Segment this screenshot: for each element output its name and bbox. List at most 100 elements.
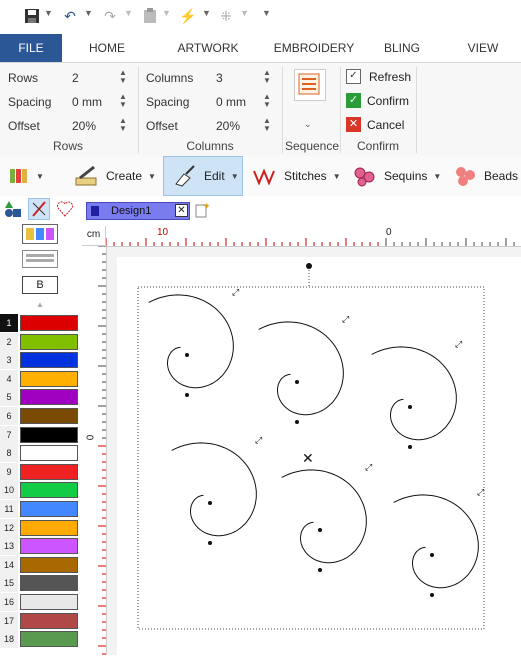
chevron-down-icon[interactable]: ▼ — [124, 8, 133, 18]
color-swatch[interactable] — [20, 501, 78, 517]
design-canvas[interactable]: ✕ ⤢ ⤢ ⤢ ⤢ ⤢ ⤢ — [107, 247, 521, 655]
rotate-handle[interactable] — [306, 263, 312, 269]
color-swatch[interactable] — [20, 556, 78, 573]
close-icon[interactable]: ✕ — [175, 204, 188, 217]
color-swatch[interactable] — [20, 315, 78, 331]
tab-embroidery[interactable]: EMBROIDERY — [272, 34, 356, 62]
color-grid-button[interactable] — [22, 224, 58, 244]
tab-file[interactable]: FILE — [0, 34, 62, 62]
background-color-button[interactable]: B — [22, 276, 58, 294]
color-swatch[interactable] — [20, 445, 78, 462]
columns-field[interactable]: 3 — [216, 71, 223, 85]
color-swatch-row[interactable]: 10 — [0, 481, 80, 500]
chevron-down-icon[interactable]: ▼ — [36, 172, 44, 181]
chevron-down-icon[interactable]: ▼ — [231, 172, 239, 181]
cancel-button[interactable]: ✕ Cancel — [346, 117, 404, 132]
color-swatch-row[interactable]: 3 — [0, 351, 80, 370]
chevron-down-icon[interactable]: ▼ — [162, 8, 171, 18]
color-swatch-row[interactable]: 2 — [0, 332, 80, 351]
color-swatch-row[interactable]: 7 — [0, 425, 80, 444]
divider — [282, 67, 283, 153]
tab-design1[interactable]: Design1 ✕ — [86, 202, 190, 220]
customize-toolbar-icon[interactable]: ▼ — [262, 8, 271, 18]
color-swatch[interactable] — [20, 482, 78, 499]
color-swatch[interactable] — [20, 370, 78, 387]
color-swatch[interactable] — [20, 426, 78, 443]
color-swatch-row[interactable]: 18 — [0, 630, 80, 649]
chevron-down-icon[interactable]: ▼ — [44, 8, 53, 18]
col-offset-spinner[interactable]: ▲ ▼ — [262, 117, 272, 133]
color-swatch-row[interactable]: 11 — [0, 500, 80, 518]
color-swatch-row[interactable]: 16 — [0, 593, 80, 611]
color-swatch[interactable] — [20, 408, 78, 424]
row-spacing-field[interactable]: 0 mm — [72, 95, 102, 109]
chevron-down-icon[interactable]: ▼ — [333, 172, 341, 181]
color-swatch-row[interactable]: 13 — [0, 537, 80, 556]
refresh-button[interactable]: ✓ Refresh — [346, 69, 411, 84]
color-swatch-row[interactable]: 5 — [0, 388, 80, 407]
color-swatch[interactable] — [20, 538, 78, 555]
row-offset-spinner[interactable]: ▲ ▼ — [118, 117, 128, 133]
stitches-button[interactable]: Stitches ▼ — [252, 156, 344, 196]
color-swatch-row[interactable]: 8 — [0, 444, 80, 463]
color-swatch-row[interactable]: 4 — [0, 369, 80, 388]
rows-group-label: Rows — [52, 139, 83, 153]
center-marker[interactable]: ✕ — [302, 450, 314, 466]
color-swatch-row[interactable]: 15 — [0, 574, 80, 593]
col-spacing-spinner[interactable]: ▲ ▼ — [262, 93, 272, 109]
col-offset-field[interactable]: 20% — [216, 119, 240, 133]
color-panel: B ▲ 1 2 3 4 5 6 7 8 9 10 11 12 13 14 15 16 17 18 — [0, 196, 83, 655]
color-swatch[interactable] — [20, 575, 78, 592]
tab-bling[interactable]: BLING — [378, 34, 426, 62]
confirm-button[interactable]: ✓ Confirm — [346, 93, 409, 108]
color-swatch-row[interactable]: 6 — [0, 407, 80, 425]
color-swatch[interactable] — [20, 389, 78, 406]
chevron-down-icon[interactable]: ▼ — [202, 8, 211, 18]
save-icon[interactable] — [22, 6, 42, 26]
color-swatch-row[interactable]: 9 — [0, 462, 80, 481]
color-list-button[interactable] — [22, 250, 58, 268]
heart-icon[interactable] — [56, 200, 74, 218]
color-swatch[interactable] — [20, 463, 78, 480]
columns-spinner[interactable]: ▲ ▼ — [262, 69, 272, 85]
color-swatch[interactable] — [20, 333, 78, 350]
rows-field[interactable]: 2 — [72, 71, 79, 85]
color-swatch[interactable] — [20, 631, 78, 648]
lightning-icon[interactable]: ⚡ — [178, 6, 198, 26]
needle-icon[interactable] — [28, 198, 50, 220]
chevron-down-icon[interactable]: ▼ — [84, 8, 93, 18]
color-swatch-row[interactable]: 17 — [0, 611, 80, 630]
color-number: 18 — [0, 630, 18, 649]
scroll-up-icon[interactable]: ▲ — [36, 300, 44, 309]
chevron-down-icon[interactable]: ⌄ — [304, 119, 312, 130]
beads-button[interactable]: Beads — [454, 156, 521, 196]
color-swatch-row[interactable]: 14 — [0, 555, 80, 574]
shapes-icon[interactable] — [4, 200, 22, 218]
tab-home[interactable]: HOME — [78, 34, 136, 62]
color-swatch-row[interactable]: 12 — [0, 518, 80, 537]
color-palette-button[interactable]: ▼ — [8, 156, 60, 196]
undo-icon[interactable]: ↶ — [60, 6, 80, 26]
row-spacing-spinner[interactable]: ▲ ▼ — [118, 93, 128, 109]
dots-pattern-icon[interactable]: ⁜ — [216, 6, 236, 26]
rows-spinner[interactable]: ▲ ▼ — [118, 69, 128, 85]
new-document-icon[interactable]: ✦ — [194, 201, 211, 218]
color-swatch[interactable] — [20, 519, 78, 536]
row-offset-field[interactable]: 20% — [72, 119, 96, 133]
tab-view[interactable]: VIEW — [462, 34, 504, 62]
color-swatch[interactable] — [20, 612, 78, 629]
color-swatch-row[interactable]: 1 — [0, 314, 80, 332]
edit-button[interactable]: Edit ▼ — [163, 156, 243, 196]
color-swatch[interactable] — [20, 352, 78, 369]
chevron-down-icon[interactable]: ▼ — [240, 8, 249, 18]
sequence-button[interactable] — [294, 69, 326, 101]
create-button[interactable]: Create ▼ — [72, 156, 160, 196]
redo-icon[interactable]: ↷ — [100, 6, 120, 26]
color-swatch[interactable] — [20, 594, 78, 610]
chevron-down-icon[interactable]: ▼ — [148, 172, 156, 181]
chevron-down-icon[interactable]: ▼ — [433, 172, 441, 181]
sequins-button[interactable]: Sequins ▼ — [352, 156, 442, 196]
tab-artwork[interactable]: ARTWORK — [172, 34, 244, 62]
clipboard-icon[interactable] — [140, 6, 160, 26]
col-spacing-field[interactable]: 0 mm — [216, 95, 246, 109]
